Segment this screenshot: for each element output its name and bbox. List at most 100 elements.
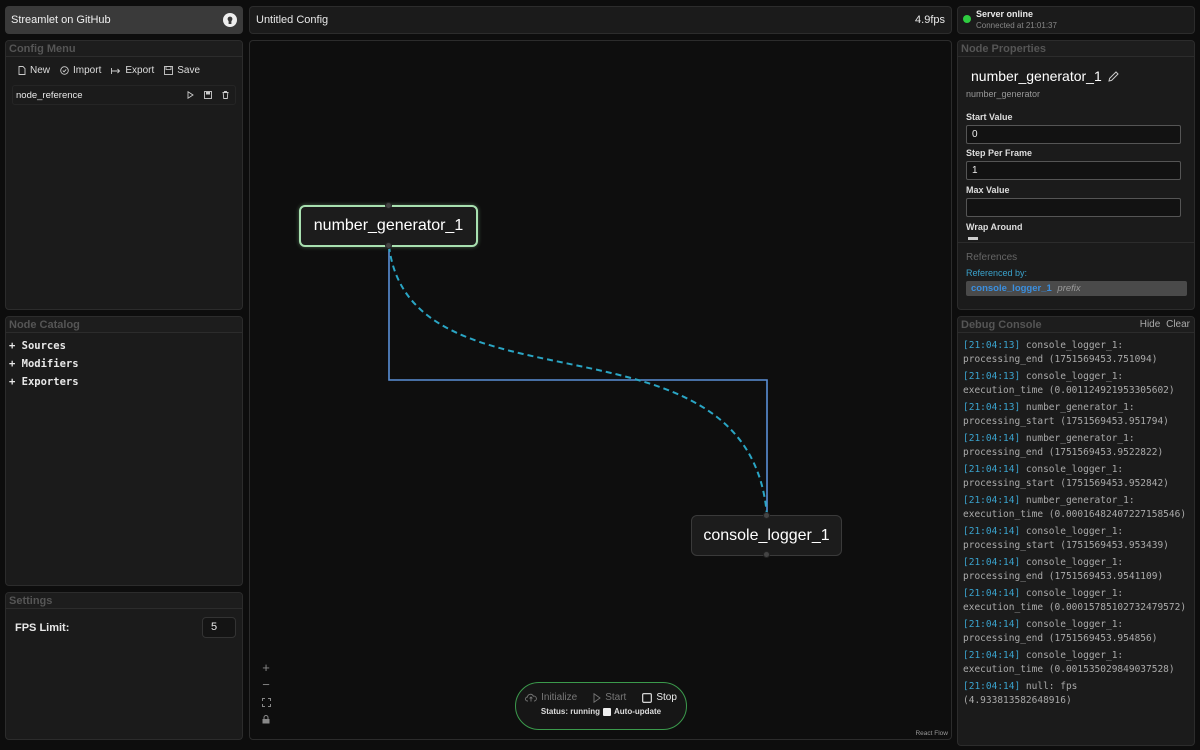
fps-input[interactable]: 5 <box>202 617 236 638</box>
play-icon[interactable] <box>187 91 194 99</box>
github-icon <box>223 13 237 27</box>
wrap-around-checkbox[interactable] <box>968 237 978 240</box>
new-button[interactable]: New <box>18 65 50 76</box>
log-entry: [21:04:14] console_logger_1: execution_t… <box>963 587 1190 614</box>
log-timestamp: [21:04:14] <box>963 464 1021 475</box>
run-controls-buttons: Initialize Start Stop <box>516 692 686 703</box>
export-button[interactable]: Export <box>111 65 154 76</box>
node-number-generator[interactable]: number_generator_1 <box>299 205 478 247</box>
log-timestamp: [21:04:14] <box>963 650 1021 661</box>
cloud-upload-icon <box>525 693 537 702</box>
catalog-sources[interactable]: + Sources <box>9 340 242 358</box>
log-entry: [21:04:14] console_logger_1: processing_… <box>963 463 1190 490</box>
log-timestamp: [21:04:14] <box>963 619 1021 630</box>
start-value-input[interactable]: 0 <box>966 125 1181 144</box>
run-status-text: Status: running <box>540 707 600 716</box>
logger-target-handle[interactable] <box>763 512 770 519</box>
max-value-input[interactable] <box>966 198 1181 217</box>
server-status-text: Server online <box>976 9 1034 19</box>
log-entry: [21:04:14] console_logger_1: processing_… <box>963 556 1190 583</box>
fps-readout: 4.9fps <box>915 14 945 26</box>
logger-source-handle[interactable] <box>763 551 770 558</box>
reference-item[interactable]: console_logger_1 prefix <box>966 281 1187 296</box>
referenced-by-label: Referenced by: <box>966 268 1028 278</box>
config-title: Untitled Config <box>256 14 329 26</box>
log-timestamp: [21:04:14] <box>963 433 1021 444</box>
flow-canvas[interactable]: number_generator_1 console_logger_1 + − … <box>249 40 952 740</box>
fps-label: FPS Limit: <box>15 622 70 634</box>
config-item-actions <box>187 91 229 99</box>
hide-button[interactable]: Hide <box>1140 319 1161 330</box>
catalog-exporters[interactable]: + Exporters <box>9 376 242 394</box>
save-icon[interactable] <box>204 91 212 99</box>
export-icon <box>111 67 121 74</box>
wrap-around-label: Wrap Around <box>966 222 1023 232</box>
server-status: Server online Connected at 21:01:37 <box>957 6 1195 34</box>
references-title: References <box>966 252 1018 263</box>
clear-button[interactable]: Clear <box>1166 319 1190 330</box>
pencil-icon[interactable] <box>1108 70 1119 82</box>
react-flow-attribution[interactable]: React Flow <box>915 730 948 737</box>
debug-console-actions: Hide Clear <box>1140 317 1190 332</box>
stop-icon <box>642 692 653 703</box>
log-timestamp: [21:04:13] <box>963 340 1021 351</box>
save-icon <box>164 66 174 75</box>
log-timestamp: [21:04:14] <box>963 588 1021 599</box>
settings-title: Settings <box>6 593 242 609</box>
properties-divider <box>958 242 1194 243</box>
fit-view-icon[interactable] <box>262 698 271 707</box>
generator-source-handle[interactable] <box>385 242 392 249</box>
config-menu-title: Config Menu <box>6 41 242 57</box>
log-timestamp: [21:04:14] <box>963 495 1021 506</box>
log-timestamp: [21:04:14] <box>963 557 1021 568</box>
debug-console-title: Debug Console <box>961 319 1042 331</box>
debug-log-list: [21:04:13] console_logger_1: processing_… <box>958 333 1194 707</box>
trash-icon[interactable] <box>222 91 229 99</box>
debug-console-header: Debug Console Hide Clear <box>958 317 1194 333</box>
step-per-frame-input[interactable]: 1 <box>966 161 1181 180</box>
lock-icon[interactable] <box>262 715 270 724</box>
auto-update-label: Auto-update <box>614 707 662 716</box>
node-name: number_generator_1 <box>971 68 1102 84</box>
log-entry: [21:04:13] number_generator_1: processin… <box>963 401 1190 428</box>
stop-button[interactable]: Stop <box>642 692 677 703</box>
log-timestamp: [21:04:13] <box>963 371 1021 382</box>
log-timestamp: [21:04:13] <box>963 402 1021 413</box>
node-properties-panel: Node Properties number_generator_1 numbe… <box>957 40 1195 310</box>
log-entry: [21:04:14] console_logger_1: processing_… <box>963 618 1190 645</box>
import-label: Import <box>73 65 102 76</box>
initialize-button[interactable]: Initialize <box>525 692 577 703</box>
auto-update-checkbox[interactable] <box>603 707 611 716</box>
node-catalog-title: Node Catalog <box>6 317 242 333</box>
reference-kind: prefix <box>1057 283 1081 294</box>
start-button[interactable]: Start <box>593 692 626 703</box>
log-entry: [21:04:14] null: fps (4.933813582648916) <box>963 680 1190 707</box>
new-file-icon <box>18 66 26 75</box>
zoom-in-button[interactable]: + <box>261 660 271 675</box>
log-entry: [21:04:14] number_generator_1: processin… <box>963 432 1190 459</box>
log-entry: [21:04:14] console_logger_1: execution_t… <box>963 649 1190 676</box>
node-properties-title: Node Properties <box>958 41 1194 57</box>
import-icon <box>60 66 69 75</box>
config-item[interactable]: node_reference <box>12 85 236 105</box>
import-button[interactable]: Import <box>60 65 101 76</box>
export-label: Export <box>125 65 155 76</box>
node-type: number_generator <box>966 89 1041 99</box>
settings-panel: Settings FPS Limit: 5 <box>5 592 243 740</box>
save-button[interactable]: Save <box>164 65 200 76</box>
node-console-logger[interactable]: console_logger_1 <box>691 515 842 556</box>
log-entry: [21:04:14] console_logger_1: processing_… <box>963 525 1190 552</box>
github-label: Streamlet on GitHub <box>11 14 111 26</box>
github-link[interactable]: Streamlet on GitHub <box>5 6 243 34</box>
node-catalog-panel: Node Catalog + Sources + Modifiers + Exp… <box>5 316 243 586</box>
node-name-row: number_generator_1 <box>971 68 1119 84</box>
config-menu-panel: Config Menu New Import Export Save node_… <box>5 40 243 310</box>
catalog-modifiers[interactable]: + Modifiers <box>9 358 242 376</box>
generator-target-handle[interactable] <box>385 202 392 209</box>
server-connected-text: Connected at 21:01:37 <box>976 21 1057 30</box>
debug-console-panel: Debug Console Hide Clear [21:04:13] cons… <box>957 316 1195 746</box>
config-toolbar: New Import Export Save <box>6 57 242 76</box>
save-label: Save <box>177 65 201 76</box>
config-item-name: node_reference <box>16 89 83 101</box>
zoom-out-button[interactable]: − <box>261 677 271 692</box>
